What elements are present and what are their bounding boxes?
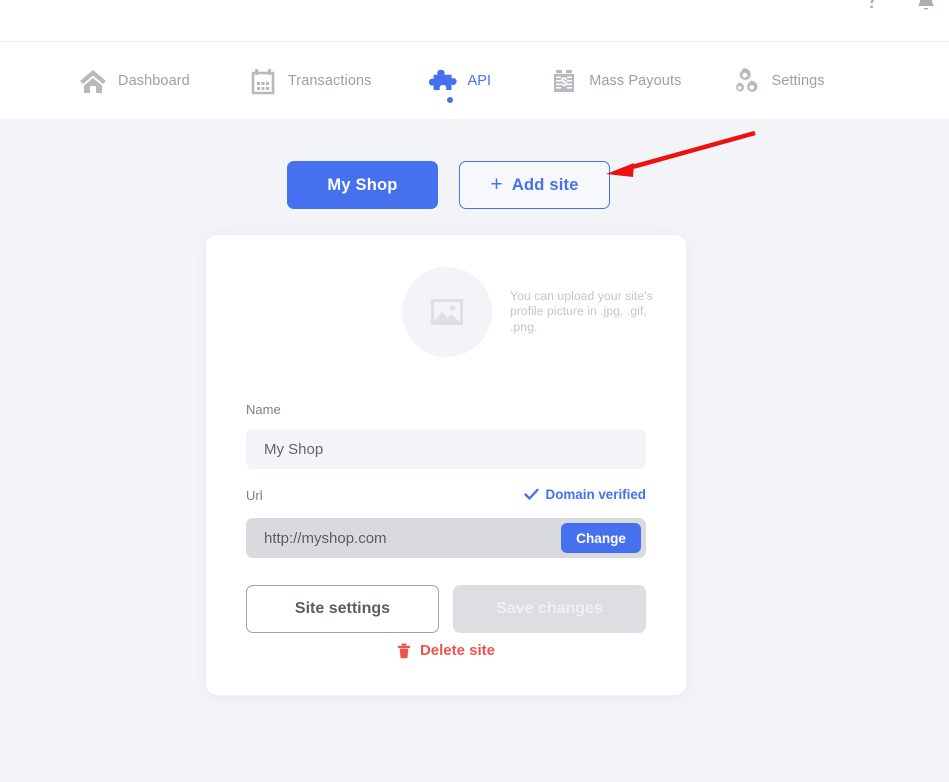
trash-icon: [397, 643, 411, 659]
avatar-upload-row: You can upload your site's profile pictu…: [402, 267, 660, 357]
puzzle-icon: [428, 66, 458, 96]
domain-verified-badge[interactable]: Domain verified: [523, 487, 646, 502]
delete-site-label: Delete site: [419, 642, 496, 659]
home-icon: [78, 66, 108, 96]
site-settings-button[interactable]: Site settings: [246, 585, 439, 633]
svg-text:$: $: [561, 75, 568, 89]
main-navigation: Dashboard Transactions API $ Mass Payout…: [0, 42, 949, 119]
url-field-label: Url: [246, 488, 263, 503]
name-field-label: Name: [246, 402, 281, 417]
nav-item-transactions[interactable]: Transactions: [248, 42, 372, 119]
nav-item-mass-payouts[interactable]: $ Mass Payouts: [549, 42, 681, 119]
change-url-button[interactable]: Change: [561, 523, 641, 553]
plus-icon: +: [490, 172, 503, 196]
calendar-icon: [248, 66, 278, 96]
banknotes-icon: $: [549, 66, 579, 96]
nav-label-dashboard: Dashboard: [118, 72, 190, 89]
nav-label-api: API: [467, 72, 492, 89]
svg-text:?: ?: [865, 0, 879, 14]
add-site-button[interactable]: + Add site: [459, 161, 610, 209]
upload-hint-text: You can upload your site's profile pictu…: [510, 288, 653, 334]
image-placeholder-icon: [430, 298, 464, 326]
site-tab-bar: My Shop + Add site: [287, 161, 610, 209]
top-bar-actions: ?: [859, 0, 939, 42]
check-icon: [523, 488, 539, 501]
page-content: My Shop + Add site You can upload your s…: [0, 119, 949, 782]
url-input[interactable]: [246, 518, 562, 558]
domain-verified-label: Domain verified: [545, 487, 646, 502]
nav-label-transactions: Transactions: [287, 72, 372, 89]
nav-item-dashboard[interactable]: Dashboard: [78, 42, 190, 119]
top-bar: ?: [0, 0, 949, 42]
save-changes-button: Save changes: [453, 585, 646, 633]
site-details-card: You can upload your site's profile pictu…: [206, 235, 686, 695]
delete-site-link[interactable]: Delete site: [206, 642, 686, 659]
nav-label-mass-payouts: Mass Payouts: [589, 72, 682, 89]
avatar-upload[interactable]: [402, 267, 492, 357]
question-mark-icon[interactable]: ?: [859, 0, 885, 22]
url-field-group: Change: [246, 518, 646, 558]
my-shop-button[interactable]: My Shop: [287, 161, 438, 209]
add-site-label: Add site: [511, 175, 579, 194]
active-tab-indicator-dot: [446, 97, 453, 103]
nav-item-settings[interactable]: Settings: [731, 42, 825, 119]
nav-label-settings: Settings: [771, 72, 825, 89]
name-input[interactable]: [246, 429, 646, 469]
bell-icon[interactable]: [913, 0, 939, 22]
nav-item-api[interactable]: API: [428, 42, 492, 119]
gears-icon: [731, 66, 761, 96]
